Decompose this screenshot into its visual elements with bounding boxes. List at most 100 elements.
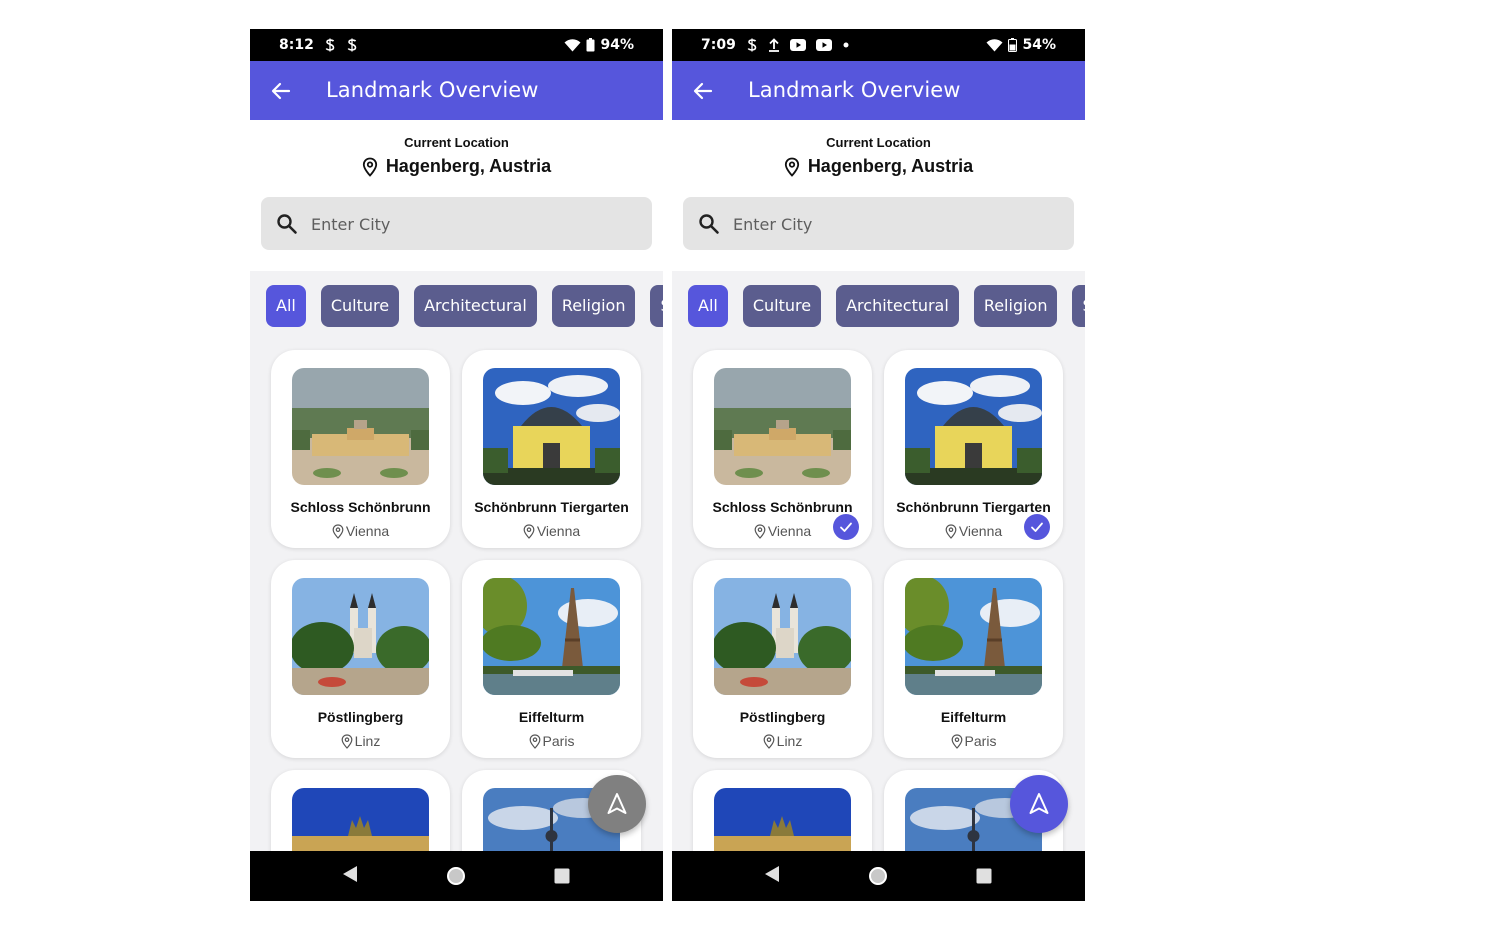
- location-pin-icon: [763, 733, 775, 749]
- nav-home-button[interactable]: [868, 866, 888, 891]
- arrow-back-icon: [271, 82, 291, 100]
- system-nav-bar: [250, 851, 663, 901]
- city-search-input[interactable]: [733, 209, 1053, 239]
- selected-check-icon[interactable]: [833, 514, 859, 540]
- status-bar: 8:12 94%: [250, 29, 663, 61]
- chip-religion[interactable]: Religion: [973, 285, 1058, 327]
- landmark-image: [905, 368, 1042, 485]
- current-location: Hagenberg, Austria: [250, 156, 663, 177]
- s-icon: [746, 38, 758, 52]
- status-time: 8:12: [279, 37, 314, 53]
- landmark-title: Schloss Schönbrunn: [290, 499, 431, 515]
- landmark-card-postlingberg[interactable]: Pöstlingberg Linz: [693, 560, 872, 758]
- landmark-city-label: Vienna: [958, 523, 1003, 539]
- chip-religion[interactable]: Religion: [551, 285, 636, 327]
- landmark-image: [292, 368, 429, 485]
- landmark-title: Schloss Schönbrunn: [712, 499, 853, 515]
- phone-screen-left: 8:12 94% Landmark Overview Current Locat…: [250, 29, 663, 901]
- square-recents-icon: [976, 868, 992, 884]
- app-bar: Landmark Overview: [672, 61, 1085, 120]
- landmark-city-label: Linz: [354, 733, 381, 749]
- search-icon: [277, 214, 297, 234]
- back-button[interactable]: [268, 78, 294, 104]
- landmark-city-label: Paris: [542, 733, 575, 749]
- location-pin-icon: [529, 733, 540, 749]
- landmark-card-eiffelturm[interactable]: Eiffelturm Paris: [884, 560, 1063, 758]
- location-section: Current Location Hagenberg, Austria: [250, 120, 663, 271]
- location-pin-icon: [945, 523, 957, 539]
- nav-back-button[interactable]: [342, 865, 358, 888]
- search-icon: [699, 214, 719, 234]
- current-location-value: Hagenberg, Austria: [807, 156, 974, 176]
- landmark-title: Eiffelturm: [940, 709, 1007, 725]
- chip-architectural[interactable]: Architectural: [836, 285, 959, 327]
- landmark-city: Linz: [271, 733, 450, 749]
- s-icon: [346, 38, 358, 52]
- selected-check-icon[interactable]: [1024, 514, 1050, 540]
- landmark-city: Paris: [462, 733, 641, 749]
- back-button[interactable]: [690, 78, 716, 104]
- nav-recents-button[interactable]: [976, 868, 992, 889]
- category-chips: All Culture Architectural Religion Sp: [672, 285, 1085, 329]
- dot-icon: [842, 41, 850, 49]
- landmark-card-eiffelturm[interactable]: Eiffelturm Paris: [462, 560, 641, 758]
- chip-all[interactable]: All: [266, 285, 306, 327]
- s-icon: [324, 38, 336, 52]
- navigate-fab-disabled[interactable]: [588, 775, 646, 833]
- landmark-image: [292, 578, 429, 695]
- location-pin-icon: [341, 733, 353, 749]
- landmark-card-schonbrunn-tiergarten[interactable]: Schönbrunn Tiergarten Vienna: [884, 350, 1063, 548]
- location-pin-icon: [784, 157, 799, 177]
- navigation-icon: [1029, 793, 1049, 814]
- landmark-title: Schönbrunn Tiergarten: [896, 499, 1051, 515]
- landmark-city: Vienna: [462, 523, 641, 539]
- current-location-value: Hagenberg, Austria: [385, 156, 552, 176]
- triangle-back-icon: [343, 866, 357, 882]
- wifi-icon: [986, 38, 1003, 52]
- location-pin-icon: [754, 523, 766, 539]
- landmark-card-postlingberg[interactable]: Pöstlingberg Linz: [271, 560, 450, 758]
- search-bar[interactable]: [683, 197, 1074, 250]
- upload-icon: [768, 38, 780, 52]
- landmark-title: Schönbrunn Tiergarten: [474, 499, 629, 515]
- city-search-input[interactable]: [311, 209, 631, 239]
- location-pin-icon: [951, 733, 962, 749]
- location-pin-icon: [332, 523, 344, 539]
- system-nav-bar: [672, 851, 1085, 901]
- chip-sp[interactable]: Sp: [650, 285, 663, 327]
- chip-architectural[interactable]: Architectural: [414, 285, 537, 327]
- arrow-back-icon: [693, 82, 713, 100]
- navigate-fab[interactable]: [1010, 775, 1068, 833]
- nav-home-button[interactable]: [446, 866, 466, 891]
- landmark-card-schloss-schonbrunn[interactable]: Schloss Schönbrunn Vienna: [693, 350, 872, 548]
- location-pin-icon: [523, 523, 535, 539]
- landmark-card-schonbrunn-tiergarten[interactable]: Schönbrunn Tiergarten Vienna: [462, 350, 641, 548]
- app-bar: Landmark Overview: [250, 61, 663, 120]
- youtube-icon: [815, 39, 832, 51]
- circle-home-icon: [869, 867, 887, 885]
- phone-screen-right: 7:09 54% Landmark Overview Current Locat…: [672, 29, 1085, 901]
- landmark-city-label: Paris: [964, 733, 997, 749]
- landmark-card-schloss-schonbrunn[interactable]: Schloss Schönbrunn Vienna: [271, 350, 450, 548]
- landmark-image: [714, 578, 851, 695]
- battery-icon: [1008, 38, 1018, 52]
- youtube-icon: [789, 39, 806, 51]
- search-bar[interactable]: [261, 197, 652, 250]
- chip-sp[interactable]: Sp: [1072, 285, 1085, 327]
- landmark-image: [483, 368, 620, 485]
- landmark-city-label: Linz: [776, 733, 803, 749]
- landmark-image: [905, 578, 1042, 695]
- chip-all[interactable]: All: [688, 285, 728, 327]
- triangle-back-icon: [765, 866, 779, 882]
- chip-culture[interactable]: Culture: [320, 285, 400, 327]
- category-chips: All Culture Architectural Religion Sp: [250, 285, 663, 329]
- navigation-icon: [607, 793, 627, 814]
- nav-recents-button[interactable]: [554, 868, 570, 889]
- landmark-city-label: Vienna: [767, 523, 812, 539]
- chip-culture[interactable]: Culture: [742, 285, 822, 327]
- circle-home-icon: [447, 867, 465, 885]
- landmark-city: Vienna: [271, 523, 450, 539]
- nav-back-button[interactable]: [764, 865, 780, 888]
- landmark-city-label: Vienna: [536, 523, 581, 539]
- landmark-city-label: Vienna: [345, 523, 390, 539]
